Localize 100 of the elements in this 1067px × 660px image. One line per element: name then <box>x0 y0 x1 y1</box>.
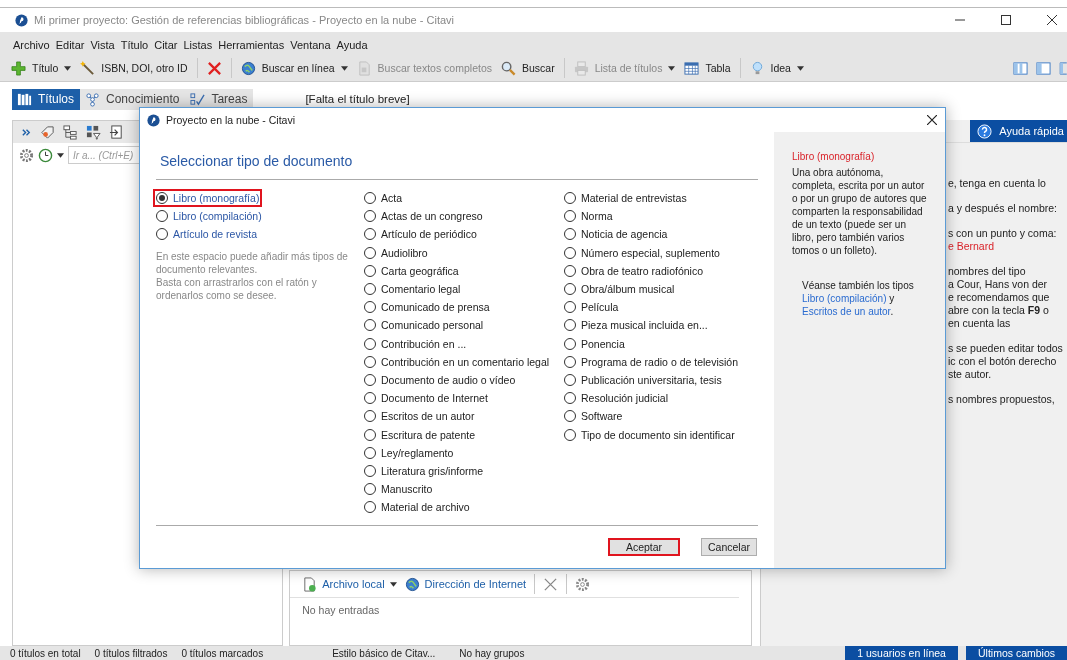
menu-item[interactable]: Citar <box>154 39 178 51</box>
toolbar-button[interactable]: Buscar <box>501 60 555 76</box>
caret-icon <box>340 65 348 71</box>
dialog-title: Proyecto en la nube - Citavi <box>166 114 295 126</box>
help-text: s se pueden editar todos <box>947 342 1063 355</box>
menu-item[interactable]: Vista <box>90 39 115 51</box>
radio-option[interactable]: Comentario legal <box>361 279 464 299</box>
menu-item[interactable]: Editar <box>55 39 85 51</box>
gear-icon[interactable] <box>575 576 591 592</box>
radio-option[interactable]: Literatura gris/informe <box>361 461 487 480</box>
table-icon <box>684 60 700 76</box>
dialog-button[interactable]: Cancelar <box>701 538 757 556</box>
menu-item[interactable]: Herramientas <box>218 39 285 51</box>
radio-option[interactable]: Resolución judicial <box>561 389 671 408</box>
radio-option[interactable]: Actas de un congreso <box>361 207 486 226</box>
radio-option[interactable]: Audiolibro <box>361 243 431 262</box>
hint-text: Basta con arrastrarlos con el ratón y ordenarlos como se desee. <box>156 275 318 302</box>
radio-option[interactable]: Documento de audio o vídeo <box>361 370 519 390</box>
status-text: No hay grupos <box>459 647 525 659</box>
radio-option[interactable]: Publicación universitaria, tesis <box>561 370 725 390</box>
help-text: ic con el botón derecho <box>947 355 1057 368</box>
filter-icon[interactable] <box>86 124 101 140</box>
status-button[interactable]: Últimos cambios <box>965 646 1067 660</box>
radio-option[interactable]: Comunicado de prensa <box>361 298 493 317</box>
toolbar-button[interactable]: Idea <box>749 60 804 76</box>
radio-option[interactable]: Manuscrito <box>361 480 436 499</box>
tree-icon[interactable] <box>63 124 78 140</box>
radio-option[interactable]: Número especial, suplemento <box>561 243 723 262</box>
close-icon[interactable] <box>927 115 937 125</box>
radio-option[interactable]: Escritos de un autor <box>361 407 478 426</box>
close-icon[interactable] <box>1047 15 1057 25</box>
books-icon <box>17 91 32 107</box>
radio-option[interactable]: Artículo de periódico <box>361 225 480 244</box>
radio-option[interactable]: Acta <box>361 189 405 208</box>
toolbar-button[interactable]: Buscar en línea <box>240 60 348 76</box>
plus-icon <box>11 60 26 76</box>
radio-option[interactable]: Obra/álbum musical <box>561 279 678 299</box>
menu-item[interactable]: Título <box>120 39 149 51</box>
status-text: 0 títulos en total <box>10 647 81 659</box>
toolbar-button[interactable]: ISBN, DOI, otro ID <box>80 60 188 76</box>
help-text: e, tenga en cuenta lo <box>947 177 1046 190</box>
tab[interactable]: Tareas <box>185 88 254 110</box>
status-button[interactable]: 1 usuarios en línea <box>845 646 958 660</box>
radio-option[interactable]: Carta geográfica <box>361 261 462 280</box>
globe-icon <box>240 60 256 76</box>
document-type-link[interactable]: Escritos de un autor <box>802 306 891 317</box>
radio-option[interactable]: Libro (monografía) <box>153 189 263 208</box>
tab[interactable]: Títulos <box>12 88 80 110</box>
caret-icon <box>389 581 397 587</box>
link-button[interactable]: Archivo local <box>302 576 397 592</box>
radio-option[interactable]: Programa de radio o de televisión <box>561 352 741 371</box>
toolbar-button[interactable]: Título <box>11 60 72 76</box>
radio-option[interactable]: Escritura de patente <box>361 425 478 444</box>
radio-option[interactable]: Noticia de agencia <box>561 225 671 244</box>
clock-icon[interactable] <box>38 147 53 163</box>
radio-option[interactable]: Contribución en un comentario legal <box>361 352 553 371</box>
status-text: Estilo básico de Citav... <box>332 647 436 659</box>
radio-option[interactable]: Pieza musical incluida en... <box>561 316 711 335</box>
caret-icon <box>668 65 676 71</box>
radio-option[interactable]: Tipo de documento sin identificar <box>561 425 738 444</box>
help-text: a Cour, Hans von der <box>947 278 1048 291</box>
checklist-icon <box>190 91 206 107</box>
help-text: s nombres propuestos, <box>947 393 1055 406</box>
layout-icon[interactable] <box>1013 60 1028 76</box>
maximize-icon[interactable] <box>1001 15 1011 25</box>
radio-option[interactable]: Documento de Internet <box>361 389 491 408</box>
radio-option[interactable]: Artículo de revista <box>153 225 261 244</box>
hint-text: En este espacio puede añadir más tipos de documento relevantes. <box>156 249 349 276</box>
radio-option[interactable]: Ley/reglamento <box>361 443 457 462</box>
radio-option[interactable]: Comunicado personal <box>361 316 487 335</box>
short-title: [Falta el título breve] <box>305 93 410 105</box>
radio-option[interactable]: Software <box>561 407 626 426</box>
double-chevron-icon[interactable] <box>21 126 32 138</box>
layout-icon[interactable] <box>1036 60 1051 76</box>
help-text: en cuenta las <box>947 317 1011 330</box>
status-text: 0 títulos filtrados <box>94 647 168 659</box>
radio-option[interactable]: Película <box>561 298 622 317</box>
radio-option[interactable]: Material de archivo <box>361 498 473 517</box>
info-description: Una obra autónoma, completa, escrita por un autor o por un grupo de autores que comparten la responsabilidad de un texto (puede ser un libro, pero también varios tomos o un folleto). <box>792 166 928 257</box>
menu-item[interactable]: Listas <box>183 39 213 51</box>
tab[interactable]: Conocimiento <box>80 88 186 110</box>
document-type-link[interactable]: Libro (compilación) <box>802 293 887 304</box>
printer-icon <box>573 60 589 76</box>
wand-icon <box>80 60 96 76</box>
radio-option[interactable]: Obra de teatro radiofónico <box>561 261 706 280</box>
toolbar-button[interactable]: Tabla <box>684 60 731 76</box>
radio-option[interactable]: Ponencia <box>561 334 628 353</box>
link-button[interactable]: Dirección de Internet <box>404 576 527 592</box>
radio-option[interactable]: Libro (compilación) <box>153 207 265 226</box>
menu-item[interactable]: Ventana <box>290 39 331 51</box>
toolbar-button[interactable] <box>206 60 222 76</box>
quick-help-button[interactable]: Ayuda rápida <box>970 120 1067 142</box>
radio-option[interactable]: Material de entrevistas <box>561 189 690 208</box>
gear-icon[interactable] <box>19 147 34 163</box>
radio-option[interactable]: Norma <box>561 207 616 226</box>
menu-item[interactable]: Archivo <box>13 39 50 51</box>
menu-item[interactable]: Ayuda <box>336 39 368 51</box>
dialog-button[interactable]: Aceptar <box>608 538 680 556</box>
radio-option[interactable]: Contribución en ... <box>361 334 470 353</box>
import-icon[interactable] <box>109 124 124 140</box>
